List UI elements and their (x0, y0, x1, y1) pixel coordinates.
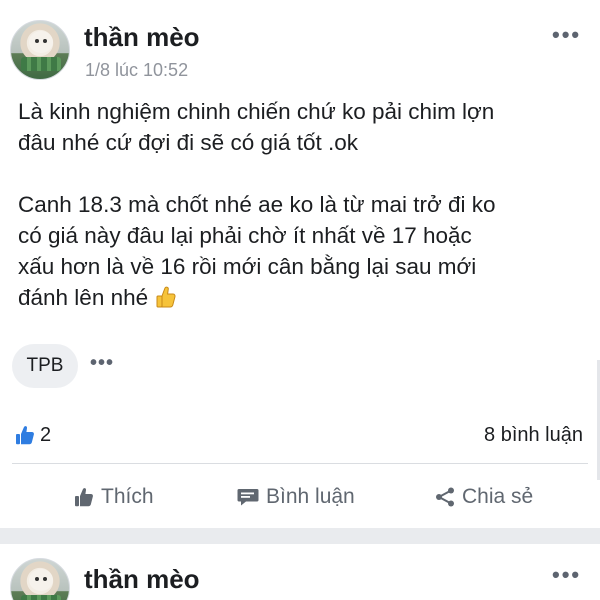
like-button[interactable]: Thích (73, 482, 154, 512)
share-button-label: Chia sẻ (462, 485, 534, 508)
post-options-button[interactable]: ••• (552, 562, 581, 588)
hashtag-label: TPB (26, 355, 64, 376)
post-timestamp[interactable]: 1/8 lúc 10:52 (85, 60, 188, 81)
post-text-line: Là kinh nghiệm chinh chiến chứ ko pải ch… (18, 99, 495, 124)
post-card: thần mèo 1/8 lúc 10:52 ••• Là kinh nghiệ… (0, 0, 600, 528)
tag-more-button[interactable]: ••• (90, 352, 114, 375)
author-avatar[interactable] (10, 558, 70, 600)
like-reaction-icon[interactable] (14, 424, 36, 446)
post-text-line: Canh 18.3 mà chốt nhé ae ko là từ mai tr… (18, 192, 496, 217)
comment-bubble-icon (237, 489, 259, 506)
money-graphic (21, 595, 61, 600)
post-body: Là kinh nghiệm chinh chiến chứ ko pải ch… (18, 96, 588, 313)
cat-face-graphic (29, 569, 53, 591)
post-text-line: đâu nhé cứ đợi đi sẽ có giá tốt .ok (18, 130, 359, 155)
post-paragraph: Là kinh nghiệm chinh chiến chứ ko pải ch… (18, 96, 588, 158)
post-text-line: có giá này đâu lại phải chờ ít nhất về 1… (18, 223, 472, 248)
divider (12, 463, 588, 464)
thumbs-up-icon (75, 488, 93, 507)
money-graphic (21, 57, 61, 71)
comment-button[interactable]: Bình luận (236, 482, 355, 512)
post-text-line: đánh lên nhé (18, 285, 149, 310)
post-card: thần mèo ••• (0, 544, 600, 600)
thumbs-up-emoji-icon (156, 286, 176, 308)
cat-face-graphic (29, 31, 53, 53)
share-button[interactable]: Chia sẻ (434, 482, 533, 512)
comment-count[interactable]: 8 bình luận (484, 424, 583, 447)
like-button-label: Thích (101, 485, 154, 508)
post-paragraph: Canh 18.3 mà chốt nhé ae ko là từ mai tr… (18, 189, 588, 313)
post-options-button[interactable]: ••• (552, 22, 581, 48)
share-icon (436, 487, 454, 507)
author-avatar[interactable] (10, 20, 70, 80)
hashtag-chip[interactable]: TPB (12, 344, 78, 388)
author-name[interactable]: thần mèo (84, 564, 200, 595)
author-name[interactable]: thần mèo (84, 22, 200, 53)
comment-button-label: Bình luận (266, 485, 355, 508)
post-text-line: xấu hơn là về 16 rồi mới cân bằng lại sa… (18, 254, 477, 279)
like-count[interactable]: 2 (40, 424, 51, 447)
feed-separator (0, 528, 600, 544)
